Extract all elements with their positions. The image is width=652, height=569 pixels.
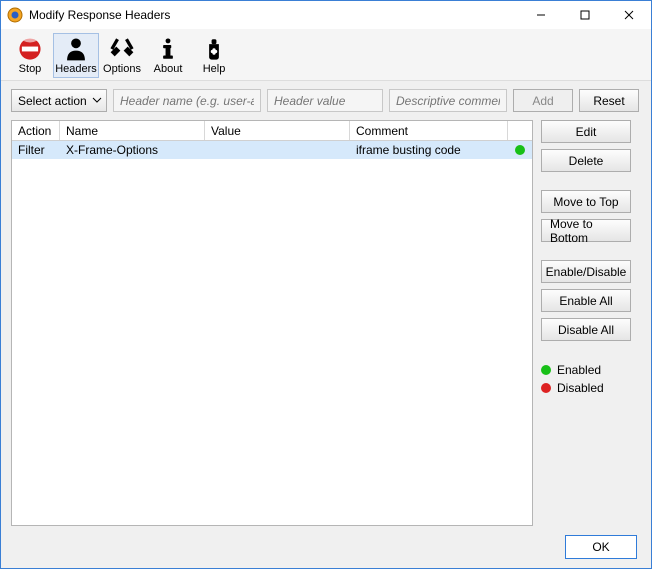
column-comment[interactable]: Comment (350, 121, 508, 140)
header-comment-input[interactable] (389, 89, 507, 112)
header-value-input[interactable] (267, 89, 383, 112)
chevron-down-icon (92, 94, 102, 108)
app-window: Modify Response Headers Stop (0, 0, 652, 569)
header-name-input[interactable] (113, 89, 261, 112)
controls-row: Select action Add Reset (1, 81, 651, 120)
legend-disabled-label: Disabled (557, 381, 604, 395)
disable-all-button[interactable]: Disable All (541, 318, 631, 341)
toolbar-label: Stop (19, 63, 42, 75)
toolbar-headers[interactable]: Headers (53, 33, 99, 78)
maximize-button[interactable] (563, 1, 607, 29)
disabled-dot-icon (541, 383, 551, 393)
column-action[interactable]: Action (12, 121, 60, 140)
add-button[interactable]: Add (513, 89, 573, 112)
side-panel: Edit Delete Move to Top Move to Bottom E… (541, 120, 641, 526)
status-dot-icon (515, 145, 525, 155)
minimize-button[interactable] (519, 1, 563, 29)
legend-enabled: Enabled (541, 363, 641, 377)
move-top-button[interactable]: Move to Top (541, 190, 631, 213)
headers-icon (62, 36, 90, 62)
toolbar-label: Options (103, 63, 141, 75)
action-select-label: Select action (18, 94, 87, 108)
main-toolbar: Stop Headers Options (1, 29, 651, 81)
close-button[interactable] (607, 1, 651, 29)
window-title: Modify Response Headers (29, 8, 519, 22)
footer: OK (1, 526, 651, 568)
column-name[interactable]: Name (60, 121, 205, 140)
about-icon (154, 36, 182, 62)
toolbar-options[interactable]: Options (99, 33, 145, 78)
cell-comment: iframe busting code (350, 143, 508, 157)
table-header: Action Name Value Comment (12, 121, 532, 141)
cell-name: X-Frame-Options (60, 143, 205, 157)
stop-icon (16, 36, 44, 62)
toolbar-about[interactable]: About (145, 33, 191, 78)
app-icon (7, 7, 23, 23)
cell-status (508, 145, 532, 155)
delete-button[interactable]: Delete (541, 149, 631, 172)
column-value[interactable]: Value (205, 121, 350, 140)
action-select[interactable]: Select action (11, 89, 107, 112)
toolbar-label: Headers (55, 63, 97, 75)
titlebar: Modify Response Headers (1, 1, 651, 29)
toolbar-help[interactable]: Help (191, 33, 237, 78)
table-row[interactable]: FilterX-Frame-Options iframe busting code (12, 141, 532, 159)
toolbar-label: About (154, 63, 183, 75)
legend-disabled: Disabled (541, 381, 641, 395)
toolbar-stop[interactable]: Stop (7, 33, 53, 78)
column-status (508, 121, 532, 140)
window-buttons (519, 1, 651, 29)
main-area: Action Name Value Comment FilterX-Frame-… (1, 120, 651, 526)
cell-action: Filter (12, 143, 60, 157)
move-bottom-button[interactable]: Move to Bottom (541, 219, 631, 242)
rules-table: Action Name Value Comment FilterX-Frame-… (11, 120, 533, 526)
options-icon (108, 36, 136, 62)
enabled-dot-icon (541, 365, 551, 375)
reset-button[interactable]: Reset (579, 89, 639, 112)
enable-disable-button[interactable]: Enable/Disable (541, 260, 631, 283)
table-body: FilterX-Frame-Options iframe busting code (12, 141, 532, 525)
enable-all-button[interactable]: Enable All (541, 289, 631, 312)
legend-enabled-label: Enabled (557, 363, 601, 377)
help-icon (200, 36, 228, 62)
edit-button[interactable]: Edit (541, 120, 631, 143)
ok-button[interactable]: OK (565, 535, 637, 559)
toolbar-label: Help (203, 63, 226, 75)
